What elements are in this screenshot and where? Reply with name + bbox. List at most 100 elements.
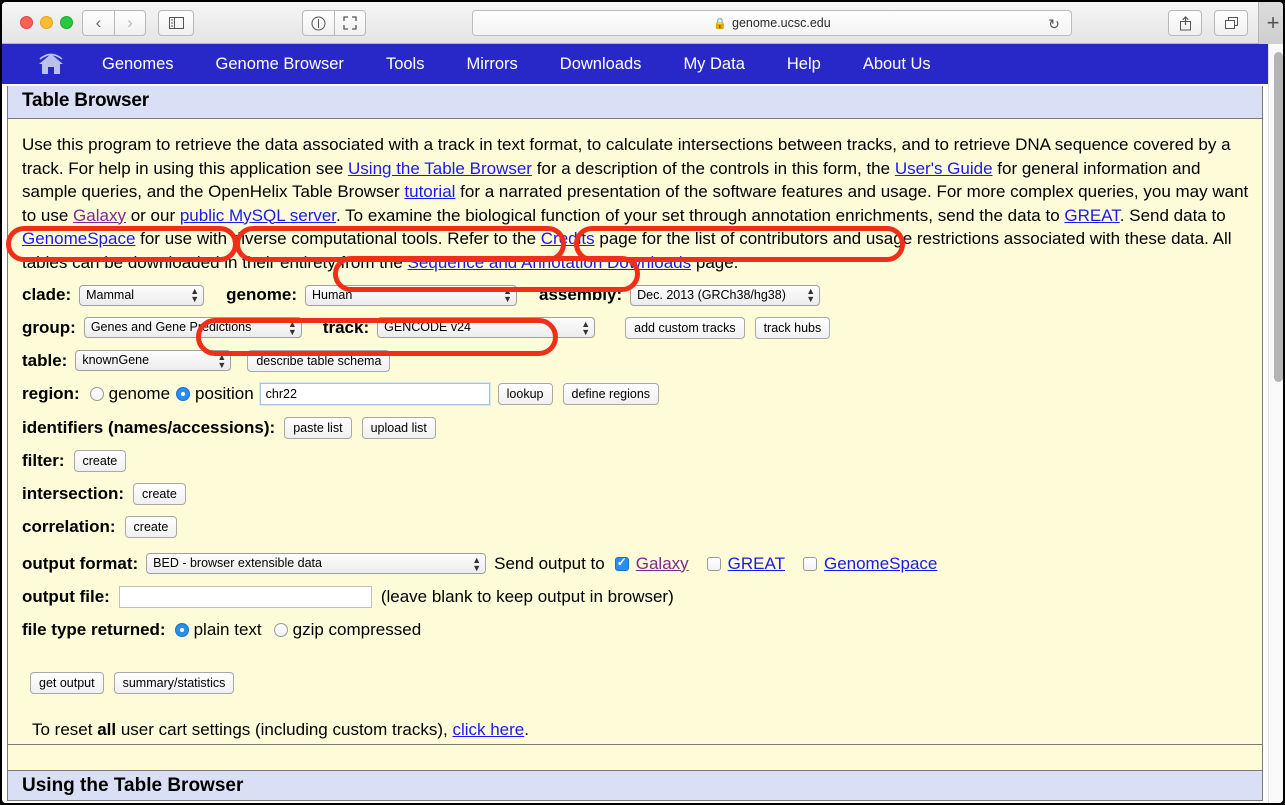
output-format-select[interactable]: BED - browser extensible data — [146, 553, 486, 574]
nav-item-mirrors[interactable]: Mirrors — [466, 55, 517, 74]
row-intersection: intersection: create — [22, 478, 1248, 509]
maximize-window-button[interactable] — [60, 16, 73, 29]
link-sequence-and-annotation-downloads[interactable]: Sequence and Annotation Downloads — [408, 253, 692, 272]
link-tutorial[interactable]: tutorial — [404, 182, 455, 201]
home-glyph-icon — [36, 51, 66, 77]
group-select[interactable]: Genes and Gene Predictions — [84, 317, 302, 338]
identifiers-label: identifiers (names/accessions): — [22, 418, 275, 438]
upload-list-button[interactable]: upload list — [362, 417, 436, 439]
table-select[interactable]: knownGene — [75, 350, 231, 371]
home-icon[interactable] — [36, 51, 66, 77]
browser-toolbar: ‹ › 🔒 genome.ucs — [2, 2, 1285, 44]
filter-create-button[interactable]: create — [74, 450, 127, 472]
nav-item-genomes[interactable]: Genomes — [102, 55, 174, 74]
show-all-tabs-button[interactable] — [1214, 10, 1248, 36]
address-bar[interactable]: 🔒 genome.ucsc.edu ↻ — [472, 10, 1072, 36]
nav-item-tools[interactable]: Tools — [386, 55, 425, 74]
intro-t6: . To examine the biological function of … — [336, 206, 1064, 225]
row-actions: get output summary/statistics — [22, 667, 1248, 698]
form-area: Use this program to retrieve the data as… — [8, 119, 1262, 740]
galaxy-link[interactable]: Galaxy — [636, 554, 689, 574]
link-users-guide[interactable]: User's Guide — [895, 159, 993, 178]
minimize-window-button[interactable] — [40, 16, 53, 29]
track-label: track: — [323, 318, 369, 338]
region-position-radio[interactable] — [176, 387, 190, 401]
new-tab-button[interactable]: + — [1258, 2, 1285, 44]
page-content: Genomes Genome Browser Tools Mirrors Dow… — [2, 44, 1268, 805]
footer-band: Using the Table Browser — [8, 744, 1262, 800]
reload-button[interactable]: ↻ — [1045, 15, 1063, 33]
chevron-right-icon: › — [127, 13, 133, 33]
genomespace-link[interactable]: GenomeSpace — [824, 554, 937, 574]
great-link[interactable]: GREAT — [728, 554, 785, 574]
link-galaxy[interactable]: Galaxy — [73, 206, 126, 225]
nav-item-genome-browser[interactable]: Genome Browser — [216, 55, 344, 74]
reset-click-here-link[interactable]: click here — [452, 720, 524, 739]
reset-t3: . — [524, 720, 529, 739]
reset-t1: To reset — [32, 720, 97, 739]
summary-statistics-button[interactable]: summary/statistics — [114, 672, 235, 694]
output-file-hint: (leave blank to keep output in browser) — [381, 587, 674, 607]
page-scrollbar-thumb[interactable] — [1274, 52, 1283, 382]
intro-t7: . Send data to — [1120, 206, 1226, 225]
row-identifiers: identifiers (names/accessions): paste li… — [22, 412, 1248, 443]
browser-window: ‹ › 🔒 genome.ucs — [0, 0, 1285, 805]
define-regions-button[interactable]: define regions — [563, 383, 660, 405]
row-file-type: file type returned: plain text gzip comp… — [22, 614, 1248, 645]
sidebar-toggle-button[interactable] — [158, 10, 194, 36]
nav-item-about-us[interactable]: About Us — [863, 55, 931, 74]
describe-table-schema-button[interactable]: describe table schema — [247, 350, 390, 372]
close-window-button[interactable] — [20, 16, 33, 29]
nav-item-help[interactable]: Help — [787, 55, 821, 74]
chevron-left-icon: ‹ — [96, 13, 102, 33]
reader-view-button[interactable] — [302, 10, 334, 36]
back-button[interactable]: ‹ — [82, 10, 114, 36]
link-great[interactable]: GREAT — [1064, 206, 1119, 225]
link-using-the-table-browser[interactable]: Using the Table Browser — [348, 159, 532, 178]
correlation-create-button[interactable]: create — [125, 516, 178, 538]
row-output-format: output format: BED - browser extensible … — [22, 548, 1248, 579]
output-format-label: output format: — [22, 554, 138, 574]
link-public-mysql-server[interactable]: public MySQL server — [180, 206, 336, 225]
intro-t2: for a description of the controls in thi… — [532, 159, 895, 178]
add-custom-tracks-button[interactable]: add custom tracks — [625, 317, 744, 339]
clade-label: clade: — [22, 285, 71, 305]
page-title: Table Browser — [8, 86, 1262, 119]
row-region: region: genome position lookup define re… — [22, 378, 1248, 410]
link-credits[interactable]: Credits — [541, 229, 595, 248]
fullscreen-button[interactable] — [334, 10, 366, 36]
track-select[interactable]: GENCODE v24 — [377, 317, 595, 338]
forward-button[interactable]: › — [114, 10, 146, 36]
genomespace-checkbox[interactable] — [803, 557, 817, 571]
row-table: table: knownGene ▲▼ describe table schem… — [22, 345, 1248, 376]
genome-select[interactable]: Human — [305, 285, 517, 306]
assembly-select[interactable]: Dec. 2013 (GRCh38/hg38) — [630, 285, 820, 306]
table-browser-frame: Table Browser Use this program to retrie… — [7, 86, 1263, 801]
clade-select[interactable]: Mammal — [79, 285, 204, 306]
share-button[interactable] — [1168, 10, 1202, 36]
gzip-radio[interactable] — [274, 623, 288, 637]
nav-item-downloads[interactable]: Downloads — [560, 55, 642, 74]
lookup-button[interactable]: lookup — [498, 383, 553, 405]
row-output-file: output file: (leave blank to keep output… — [22, 581, 1248, 612]
region-genome-radio[interactable] — [90, 387, 104, 401]
great-checkbox[interactable] — [707, 557, 721, 571]
intro-paragraph: Use this program to retrieve the data as… — [22, 133, 1249, 274]
plain-text-radio[interactable] — [175, 623, 189, 637]
track-hubs-button[interactable]: track hubs — [755, 317, 831, 339]
get-output-button[interactable]: get output — [30, 672, 104, 694]
footer-title: Using the Table Browser — [8, 770, 1262, 800]
paste-list-button[interactable]: paste list — [284, 417, 351, 439]
galaxy-checkbox[interactable] — [615, 557, 629, 571]
output-file-input[interactable] — [119, 586, 372, 608]
intersection-create-button[interactable]: create — [133, 483, 186, 505]
nav-item-my-data[interactable]: My Data — [683, 55, 744, 74]
link-genomespace[interactable]: GenomeSpace — [22, 229, 135, 248]
reset-text: To reset all user cart settings (includi… — [32, 720, 1248, 740]
gzip-label: gzip compressed — [293, 620, 422, 640]
position-input[interactable] — [260, 383, 490, 405]
region-position-label: position — [195, 384, 254, 404]
reset-t2: user cart settings (including custom tra… — [116, 720, 452, 739]
page-scrollbar[interactable] — [1268, 44, 1285, 805]
reset-bold: all — [97, 720, 116, 739]
